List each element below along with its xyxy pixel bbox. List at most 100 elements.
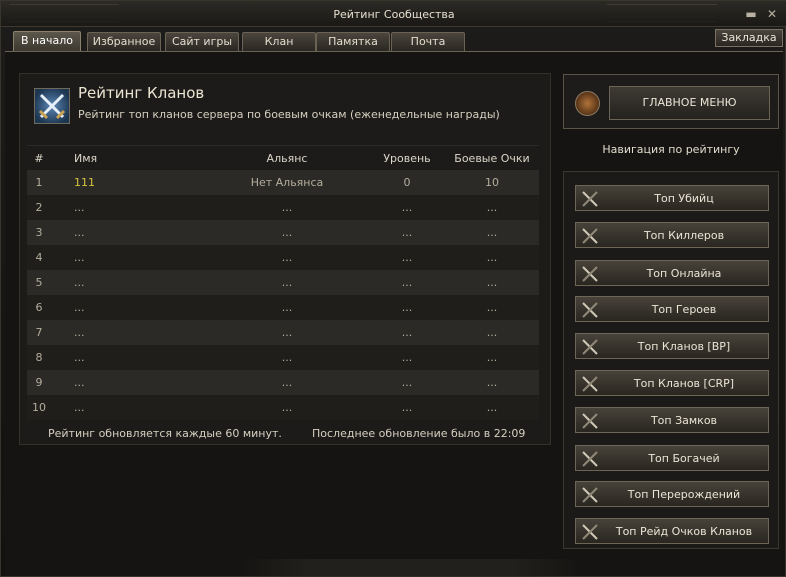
sword-icon (581, 301, 599, 319)
level-cell: ... (401, 351, 413, 364)
name-cell: ... (74, 401, 85, 414)
nav-button[interactable]: Топ Рейд Очков Кланов (575, 518, 769, 544)
alliance-cell: ... (281, 201, 293, 214)
level-cell: ... (401, 251, 413, 264)
level-cell: ... (401, 201, 413, 214)
minimize-icon[interactable]: ▬ (743, 6, 759, 22)
name-cell: ... (74, 226, 85, 239)
alliance-cell: ... (281, 401, 293, 414)
nav-button[interactable]: Топ Перерождений (575, 481, 769, 507)
nav-button[interactable]: Топ Киллеров (575, 222, 769, 248)
sword-icon (581, 190, 599, 208)
nav-button[interactable]: Топ Кланов [CRP] (575, 370, 769, 396)
nav-button-label: Топ Перерождений (627, 488, 741, 501)
nav-button-label: Топ Киллеров (643, 229, 725, 242)
community-rating-window: Рейтинг Сообщества ▬ ✕ В начало Избранно… (0, 0, 786, 577)
last-update-text: Последнее обновление было в 22:09 (312, 427, 526, 440)
nav-button-label: Топ Рейд Очков Кланов (615, 525, 753, 538)
level-cell: ... (401, 326, 413, 339)
points-cell: ... (486, 351, 498, 364)
name-cell: ... (74, 201, 85, 214)
rating-nav-title: Навигация по рейтингу (602, 143, 740, 156)
main-menu-icon[interactable] (575, 91, 600, 116)
sword-icon (581, 486, 599, 504)
table-row: 8............ (27, 345, 539, 370)
rank-cell: 7 (35, 326, 43, 339)
level-cell: ... (401, 226, 413, 239)
nav-button-label: Топ Кланов [BP] (637, 340, 731, 353)
table-row: 3............ (27, 220, 539, 245)
tab-mail[interactable]: Почта (391, 32, 465, 51)
nav-button-label: Топ Героев (651, 303, 717, 316)
tab-home[interactable]: В начало (13, 31, 81, 52)
nav-button[interactable]: Топ Героев (575, 296, 769, 322)
name-cell: ... (74, 251, 85, 264)
close-icon[interactable]: ✕ (764, 6, 780, 22)
nav-button[interactable]: Топ Замков (575, 407, 769, 433)
rank-cell: 5 (35, 276, 43, 289)
nav-button[interactable]: Топ Онлайна (575, 260, 769, 286)
nav-button-label: Топ Онлайна (646, 267, 722, 280)
points-cell: ... (486, 226, 498, 239)
name-cell: 111 (74, 176, 95, 189)
col-alliance-header: Альянс (266, 152, 308, 165)
points-cell: ... (486, 276, 498, 289)
name-cell: ... (74, 376, 85, 389)
name-cell: ... (74, 351, 85, 364)
level-cell: ... (401, 301, 413, 314)
table-row: 4............ (27, 245, 539, 270)
col-rank-header: # (34, 152, 44, 165)
bookmark-button[interactable]: Закладка (715, 29, 783, 47)
alliance-cell: ... (281, 276, 293, 289)
nav-button[interactable]: Топ Убийц (575, 185, 769, 211)
sword-icon (581, 338, 599, 356)
alliance-cell: ... (281, 376, 293, 389)
rank-cell: 4 (35, 251, 43, 264)
sword-icon (581, 375, 599, 393)
name-cell: ... (74, 326, 85, 339)
table-row: 2............ (27, 195, 539, 220)
window-title: Рейтинг Сообщества (333, 8, 455, 21)
col-points-header: Боевые Очки (454, 152, 530, 165)
clan-rating-table: # Имя Альянс Уровень Боевые Очки 1 111 Нет… (27, 145, 539, 420)
sword-icon (581, 265, 599, 283)
tab-clan[interactable]: Клан (242, 32, 316, 51)
rank-cell: 2 (35, 201, 43, 214)
table-row: 9............ (27, 370, 539, 395)
nav-button-label: Топ Убийц (654, 192, 714, 205)
title-bar[interactable]: Рейтинг Сообщества ▬ ✕ (1, 1, 786, 27)
main-menu-button[interactable]: ГЛАВНОЕ МЕНЮ (609, 86, 770, 120)
rank-cell: 10 (32, 401, 46, 414)
table-row: 10............ (27, 395, 539, 420)
sword-icon (581, 227, 599, 245)
alliance-cell: ... (281, 351, 293, 364)
table-row: 6............ (27, 295, 539, 320)
level-cell: ... (401, 376, 413, 389)
sword-icon (581, 450, 599, 468)
tab-favorites[interactable]: Избранное (87, 32, 161, 51)
points-cell: ... (486, 201, 498, 214)
nav-button-label: Топ Замков (650, 414, 718, 427)
tab-game-site[interactable]: Сайт игры (165, 32, 239, 51)
name-cell: ... (74, 301, 85, 314)
alliance-cell: ... (281, 301, 293, 314)
crossed-swords-icon (34, 88, 70, 124)
nav-button[interactable]: Топ Кланов [BP] (575, 333, 769, 359)
rank-cell: 8 (35, 351, 43, 364)
rank-cell: 6 (35, 301, 43, 314)
level-cell: 0 (403, 176, 411, 189)
update-interval-text: Рейтинг обновляется каждые 60 минут. (48, 427, 282, 440)
tab-memo[interactable]: Памятка (316, 32, 390, 51)
table-row: 7............ (27, 320, 539, 345)
table-row: 1 111 Нет Альянса 0 10 (27, 170, 539, 195)
nav-button-label: Топ Кланов [CRP] (633, 377, 735, 390)
level-cell: ... (401, 276, 413, 289)
nav-button-label: Топ Богачей (648, 452, 720, 465)
nav-button[interactable]: Топ Богачей (575, 445, 769, 471)
points-cell: ... (486, 251, 498, 264)
alliance-cell: ... (281, 326, 293, 339)
points-cell: ... (486, 376, 498, 389)
name-cell: ... (74, 276, 85, 289)
page-subtitle: Рейтинг топ кланов сервера по боевым очк… (78, 108, 500, 121)
table-header: # Имя Альянс Уровень Боевые Очки (27, 145, 539, 170)
